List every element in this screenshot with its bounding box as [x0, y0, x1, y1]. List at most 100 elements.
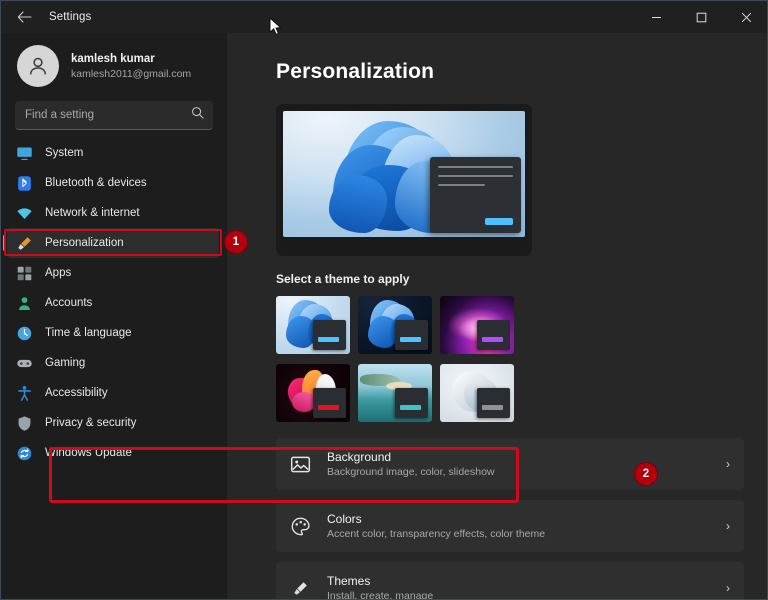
preview-dialog	[430, 157, 521, 233]
settings-row-title: Colors	[327, 512, 362, 526]
window-title: Settings	[49, 11, 92, 23]
maximize-icon	[696, 12, 707, 22]
accessibility-icon	[15, 384, 33, 402]
minimize-icon	[652, 16, 661, 18]
sidebar-item-accessibility[interactable]: Accessibility	[7, 378, 219, 408]
theme-thumbnail-window	[395, 320, 428, 350]
paintbrush-icon	[289, 577, 311, 599]
theme-thumbnail-window	[313, 320, 346, 350]
theme-thumbnail[interactable]	[358, 364, 432, 422]
account-text: kamlesh kumar kamlesh2011@gmail.com	[71, 52, 191, 81]
dialog-line	[438, 184, 485, 186]
clock-icon	[15, 324, 33, 342]
close-icon	[741, 12, 752, 22]
sidebar-item-network-internet[interactable]: Network & internet	[7, 198, 219, 228]
sidebar-item-label: Apps	[45, 267, 72, 279]
theme-accent-bar	[482, 337, 503, 342]
theme-thumbnail-window	[477, 388, 510, 418]
gamepad-icon	[15, 354, 33, 372]
back-arrow-icon	[17, 11, 32, 23]
sidebar-item-label: Accessibility	[45, 387, 108, 399]
settings-row-text: Background Background image, color, slide…	[327, 449, 716, 479]
sidebar-item-windows-update[interactable]: Windows Update	[7, 438, 219, 468]
mouse-cursor	[269, 17, 282, 36]
search-icon	[191, 106, 204, 124]
sidebar-item-label: Accounts	[45, 297, 93, 309]
settings-row-title: Background	[327, 450, 392, 464]
settings-rows: Background Background image, color, slide…	[276, 438, 744, 599]
theme-accent-bar	[318, 337, 339, 342]
search-box[interactable]	[15, 101, 213, 130]
theme-preview	[276, 104, 532, 256]
title-bar: Settings	[1, 1, 767, 33]
sidebar-item-accounts[interactable]: Accounts	[7, 288, 219, 318]
preview-screen	[283, 111, 525, 237]
theme-thumbnail[interactable]	[276, 364, 350, 422]
page-title: Personalization	[276, 60, 435, 83]
account-email: kamlesh2011@gmail.com	[71, 67, 192, 80]
settings-row-subtitle: Accent color, transparency effects, colo…	[327, 528, 546, 540]
settings-row-title: Themes	[327, 574, 371, 588]
wifi-icon	[15, 204, 33, 222]
sidebar-item-time-language[interactable]: Time & language	[7, 318, 219, 348]
search-area	[1, 89, 227, 130]
sidebar-item-label: Windows Update	[45, 447, 132, 459]
chevron-right-icon: ›	[726, 457, 730, 471]
sidebar-item-privacy-security[interactable]: Privacy & security	[7, 408, 219, 438]
sidebar-item-label: Privacy & security	[45, 417, 137, 429]
image-icon	[289, 453, 311, 475]
theme-thumbnail-window	[313, 388, 346, 418]
update-refresh-icon	[15, 444, 33, 462]
back-button[interactable]	[9, 2, 39, 32]
settings-window: Settings kamlesh kumar kamlesh2011@gmail…	[0, 0, 768, 600]
sidebar-item-apps[interactable]: Apps	[7, 258, 219, 288]
sidebar-item-label: System	[45, 147, 84, 159]
chevron-right-icon: ›	[726, 519, 730, 533]
annotation-marker-2: 2	[635, 463, 657, 485]
theme-thumbnail[interactable]	[440, 364, 514, 422]
settings-row-text: Themes Install, create, manage	[327, 573, 716, 599]
dialog-accent-button	[485, 218, 513, 225]
account-name: kamlesh kumar	[71, 52, 155, 65]
close-button[interactable]	[724, 1, 767, 33]
theme-accent-bar	[400, 405, 421, 410]
settings-row-themes[interactable]: Themes Install, create, manage ›	[276, 562, 744, 599]
sidebar-item-label: Bluetooth & devices	[45, 177, 147, 189]
shield-icon	[15, 414, 33, 432]
sidebar-item-label: Personalization	[45, 237, 124, 249]
person-icon	[30, 57, 46, 75]
sidebar-item-personalization[interactable]: Personalization	[3, 228, 219, 258]
settings-row-text: Colors Accent color, transparency effects…	[327, 511, 716, 541]
sidebar: kamlesh kumar kamlesh2011@gmail.com Syst…	[1, 33, 227, 599]
theme-accent-bar	[482, 405, 503, 410]
theme-thumbnail[interactable]	[276, 296, 350, 354]
bluetooth-icon	[15, 174, 33, 192]
monitor-icon	[15, 144, 33, 162]
sidebar-item-label: Gaming	[45, 357, 86, 369]
sidebar-item-label: Time & language	[45, 327, 132, 339]
maximize-button[interactable]	[679, 1, 724, 33]
settings-row-subtitle: Background image, color, slideshow	[327, 466, 495, 478]
theme-thumbnail-window	[395, 388, 428, 418]
theme-thumbnail-window	[477, 320, 510, 350]
theme-accent-bar	[400, 337, 421, 342]
minimize-button[interactable]	[634, 1, 679, 33]
sidebar-item-system[interactable]: System	[7, 138, 219, 168]
sidebar-nav: System Bluetooth & devices Network & inter…	[1, 138, 227, 468]
main-content: Personalization Select a theme to apply …	[227, 33, 767, 599]
settings-row-background[interactable]: Background Background image, color, slide…	[276, 438, 744, 490]
theme-thumbnail[interactable]	[440, 296, 514, 354]
sidebar-item-bluetooth-devices[interactable]: Bluetooth & devices	[7, 168, 219, 198]
search-input[interactable]	[15, 109, 213, 121]
account-card[interactable]: kamlesh kumar kamlesh2011@gmail.com	[1, 33, 227, 89]
annotation-marker-1: 1	[225, 231, 247, 253]
settings-row-colors[interactable]: Colors Accent color, transparency effects…	[276, 500, 744, 552]
chevron-right-icon: ›	[726, 581, 730, 595]
theme-thumbnail[interactable]	[358, 296, 432, 354]
theme-section-title: Select a theme to apply	[276, 272, 410, 286]
dialog-line	[438, 166, 513, 168]
sidebar-item-label: Network & internet	[45, 207, 140, 219]
avatar	[17, 45, 59, 87]
sidebar-item-gaming[interactable]: Gaming	[7, 348, 219, 378]
theme-grid	[276, 296, 514, 422]
